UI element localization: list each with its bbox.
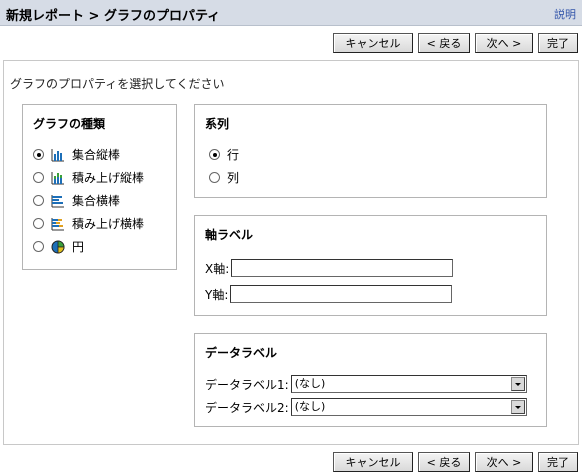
chevron-down-icon[interactable] — [510, 377, 525, 391]
option-label: 集合横棒 — [72, 194, 121, 208]
option-label: 行 — [227, 148, 240, 162]
radio-button[interactable] — [33, 218, 44, 229]
finish-button[interactable]: 完了 — [538, 33, 578, 53]
cancel-button[interactable]: キャンセル — [333, 33, 413, 53]
axis-labels-group: 軸ラベル X軸: Y軸: — [194, 215, 547, 316]
data-label-2-select[interactable]: (なし) — [290, 398, 527, 416]
chart-type-option-clustered-bar[interactable]: 集合横棒 — [33, 192, 120, 209]
option-label: 列 — [227, 171, 240, 185]
series-group: 系列 行 列 — [194, 104, 547, 198]
axis-labels-title: 軸ラベル — [205, 228, 254, 242]
option-label: 積み上げ横棒 — [72, 217, 145, 231]
clustered-column-icon — [51, 148, 64, 161]
data-label-1-select[interactable]: (なし) — [290, 375, 527, 393]
data-label-1-row: データラベル1: (なし) — [205, 375, 527, 393]
data-labels-group: データラベル データラベル1: (なし) データラベル2: (なし) — [194, 333, 547, 427]
radio-button[interactable] — [33, 241, 44, 252]
bottom-button-bar: キャンセル < 戻る 次へ > 完了 — [0, 448, 582, 474]
cancel-button[interactable]: キャンセル — [333, 452, 413, 472]
back-button[interactable]: < 戻る — [418, 33, 470, 53]
data-labels-title: データラベル — [205, 346, 278, 360]
chart-type-group: グラフの種類 集合縦棒 積み上げ縦棒 集合横棒 積み上げ横棒 円 — [22, 104, 177, 270]
chart-type-title: グラフの種類 — [33, 117, 106, 131]
next-button[interactable]: 次へ > — [475, 452, 533, 472]
option-label: 集合縦棒 — [72, 148, 121, 162]
top-button-bar: キャンセル < 戻る 次へ > 完了 — [0, 29, 582, 57]
next-button[interactable]: 次へ > — [475, 33, 533, 53]
chart-type-option-pie[interactable]: 円 — [33, 238, 84, 255]
y-axis-row: Y軸: — [205, 285, 453, 303]
pie-chart-icon — [51, 240, 65, 253]
y-axis-label: Y軸: — [205, 287, 229, 302]
clustered-bar-icon — [51, 194, 64, 207]
help-link[interactable]: 説明 — [554, 6, 576, 22]
y-axis-input[interactable] — [230, 285, 453, 303]
chart-type-option-stacked-column[interactable]: 積み上げ縦棒 — [33, 169, 144, 186]
properties-panel: グラフのプロパティを選択してください グラフの種類 集合縦棒 積み上げ縦棒 集合… — [3, 60, 579, 445]
option-label: 積み上げ縦棒 — [72, 171, 145, 185]
data-label-2-row: データラベル2: (なし) — [205, 398, 527, 416]
option-label: 円 — [72, 240, 85, 254]
back-button[interactable]: < 戻る — [418, 452, 470, 472]
x-axis-input[interactable] — [231, 259, 454, 277]
radio-button[interactable] — [209, 172, 220, 183]
radio-button[interactable] — [33, 149, 44, 160]
data-label-2-value: (なし) — [294, 400, 326, 413]
radio-button[interactable] — [33, 172, 44, 183]
x-axis-label: X軸: — [205, 261, 230, 276]
instruction-text: グラフのプロパティを選択してください — [10, 77, 225, 91]
data-label-1-value: (なし) — [294, 377, 326, 390]
finish-button[interactable]: 完了 — [538, 452, 578, 472]
series-title: 系列 — [205, 117, 230, 131]
series-option-column[interactable]: 列 — [209, 169, 239, 186]
stacked-column-icon — [51, 171, 64, 184]
chart-type-option-clustered-column[interactable]: 集合縦棒 — [33, 146, 120, 163]
chart-type-option-stacked-bar[interactable]: 積み上げ横棒 — [33, 215, 144, 232]
x-axis-row: X軸: — [205, 259, 454, 277]
stacked-bar-icon — [51, 217, 64, 230]
radio-button[interactable] — [33, 195, 44, 206]
data-label-2-label: データラベル2: — [205, 400, 289, 415]
data-label-1-label: データラベル1: — [205, 377, 289, 392]
page-title: 新規レポート > グラフのプロパティ — [6, 9, 221, 24]
radio-button[interactable] — [209, 149, 220, 160]
title-bar: 新規レポート > グラフのプロパティ 説明 — [0, 0, 582, 26]
series-option-row[interactable]: 行 — [209, 146, 239, 163]
chevron-down-icon[interactable] — [510, 400, 525, 414]
